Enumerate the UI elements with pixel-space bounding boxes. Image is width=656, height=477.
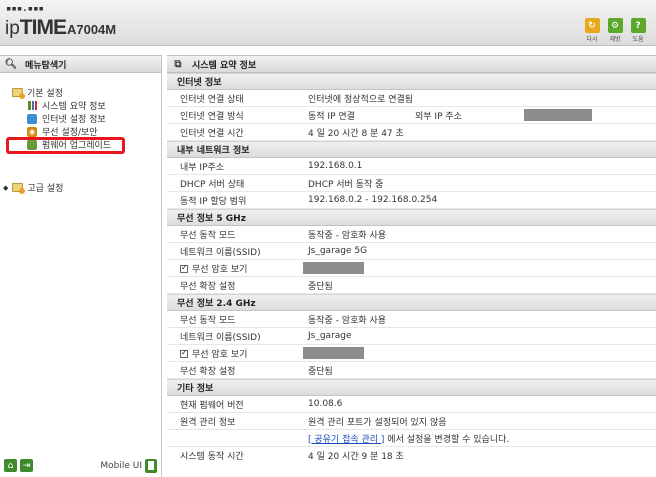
section-wifi-5g: 무선 정보 5 GHz — [167, 209, 656, 226]
mobile-ui-link[interactable]: Mobile UI — [100, 461, 142, 471]
tree-advanced-settings[interactable]: ◆ 고급 설정 — [3, 181, 63, 194]
refresh-label: 다시 — [586, 36, 598, 43]
tree-internet-settings[interactable]: 인터넷 설정 정보 — [26, 112, 106, 125]
section-lan: 내부 네트워크 정보 — [167, 141, 656, 158]
setup-button[interactable]: ⚙ 재방 — [605, 18, 625, 43]
refresh-icon: ↻ — [584, 18, 600, 33]
globe-icon — [26, 113, 38, 124]
row-dhcp-range: 동적 IP 할당 범위 192.168.0.2 - 192.168.0.254 — [167, 192, 656, 209]
row-wifi5-ssid: 네트워크 이름(SSID) Js_garage 5G — [167, 243, 656, 260]
row-internet-time: 인터넷 연결 시간 4 일 20 시간 8 분 47 초 — [167, 124, 656, 141]
row-wifi24-password: 무선 암호 보기 — [167, 345, 656, 362]
logout-icon[interactable]: ⇥ — [20, 459, 33, 472]
show-password-checkbox-24g[interactable] — [180, 348, 188, 358]
brand-dots: ▪▪▪.▪▪▪ — [6, 4, 44, 14]
main-title: ⧉ 시스템 요약 정보 — [167, 55, 656, 73]
row-wifi24-ssid: 네트워크 이름(SSID) Js_garage — [167, 328, 656, 345]
magnifier-icon: 🔍︎ — [4, 58, 18, 70]
row-wifi5-mode: 무선 동작 모드 동작중 - 암호화 사용 — [167, 226, 656, 243]
help-icon: ? — [630, 18, 646, 33]
row-remote-mgmt-link: [ 공유기 접속 관리 ] 에서 설정을 변경할 수 있습니다. — [167, 430, 656, 447]
show-password-checkbox-5g[interactable] — [180, 263, 188, 273]
section-etc: 기타 정보 — [167, 379, 656, 396]
folder-icon — [11, 87, 25, 99]
row-system-uptime: 시스템 동작 시간 4 일 20 시간 9 분 18 초 — [180, 452, 404, 462]
tree-basic-settings[interactable]: 기본 설정 — [11, 86, 63, 99]
setup-icon: ⚙ — [607, 18, 623, 33]
menu-explorer-title: 🔍︎ 메뉴탐색기 — [0, 55, 161, 73]
redacted-password-5g — [303, 262, 364, 274]
row-wifi24-extend: 무선 확장 설정 중단됨 — [167, 362, 656, 379]
wifi-icon: ◉ — [27, 126, 37, 137]
system-summary-panel: ⧉ 시스템 요약 정보 인터넷 정보 인터넷 연결 상태 인터넷에 정상적으로 … — [167, 55, 656, 477]
redacted-password-24g — [303, 347, 364, 359]
setup-label: 재방 — [609, 36, 621, 43]
brand-model: A7004M — [66, 22, 117, 37]
section-internet: 인터넷 정보 — [167, 73, 656, 90]
section-wifi-24g: 무선 정보 2.4 GHz — [167, 294, 656, 311]
row-lan-ip: 내부 IP주소 192.168.0.1 — [167, 158, 656, 175]
row-wifi5-password: 무선 암호 보기 — [167, 260, 656, 277]
home-icon[interactable]: ⌂ — [4, 459, 17, 472]
row-wifi24-mode: 무선 동작 모드 동작중 - 암호화 사용 — [167, 311, 656, 328]
brand-time: TIME — [19, 16, 67, 39]
menu-explorer: 🔍︎ 메뉴탐색기 기본 설정 시스템 요약 정보 인터넷 설정 정보 ◉ 무선 … — [0, 55, 162, 477]
highlight-box — [6, 137, 125, 154]
row-remote-mgmt: 원격 관리 정보 원격 관리 포트가 설정되어 있지 않음 — [167, 413, 656, 430]
row-internet-status: 인터넷 연결 상태 인터넷에 정상적으로 연결됨 — [167, 90, 656, 107]
brand-logo: ipTIMEA7004M — [5, 16, 116, 40]
mobile-icon[interactable] — [145, 459, 157, 473]
tree-system-summary[interactable]: 시스템 요약 정보 — [26, 99, 106, 112]
help-label: 도움 — [632, 36, 644, 43]
row-internet-type: 인터넷 연결 방식 동적 IP 연결 외부 IP 주소 — [167, 107, 656, 124]
row-firmware-version: 현재 펌웨어 버전 10.08.6 — [167, 396, 656, 413]
window-icon: ⧉ — [174, 58, 182, 70]
refresh-button[interactable]: ↻ 다시 — [582, 18, 602, 43]
help-button[interactable]: ? 도움 — [628, 18, 648, 43]
sidebar-footer: ⌂ ⇥ Mobile UI — [0, 457, 162, 475]
router-access-mgmt-link[interactable]: [ 공유기 접속 관리 ] — [308, 435, 384, 445]
row-dhcp-status: DHCP 서버 상태 DHCP 서버 동작 중 — [167, 175, 656, 192]
redacted-external-ip — [524, 109, 592, 121]
expand-icon: ◆ — [3, 183, 9, 192]
folder-icon — [11, 182, 25, 194]
chart-icon — [26, 100, 38, 111]
row-wifi5-extend: 무선 확장 설정 중단됨 — [167, 277, 656, 294]
top-header: ▪▪▪.▪▪▪ ipTIMEA7004M ↻ 다시 ⚙ 재방 ? 도움 — [0, 0, 656, 46]
brand-ip: ip — [5, 18, 20, 39]
